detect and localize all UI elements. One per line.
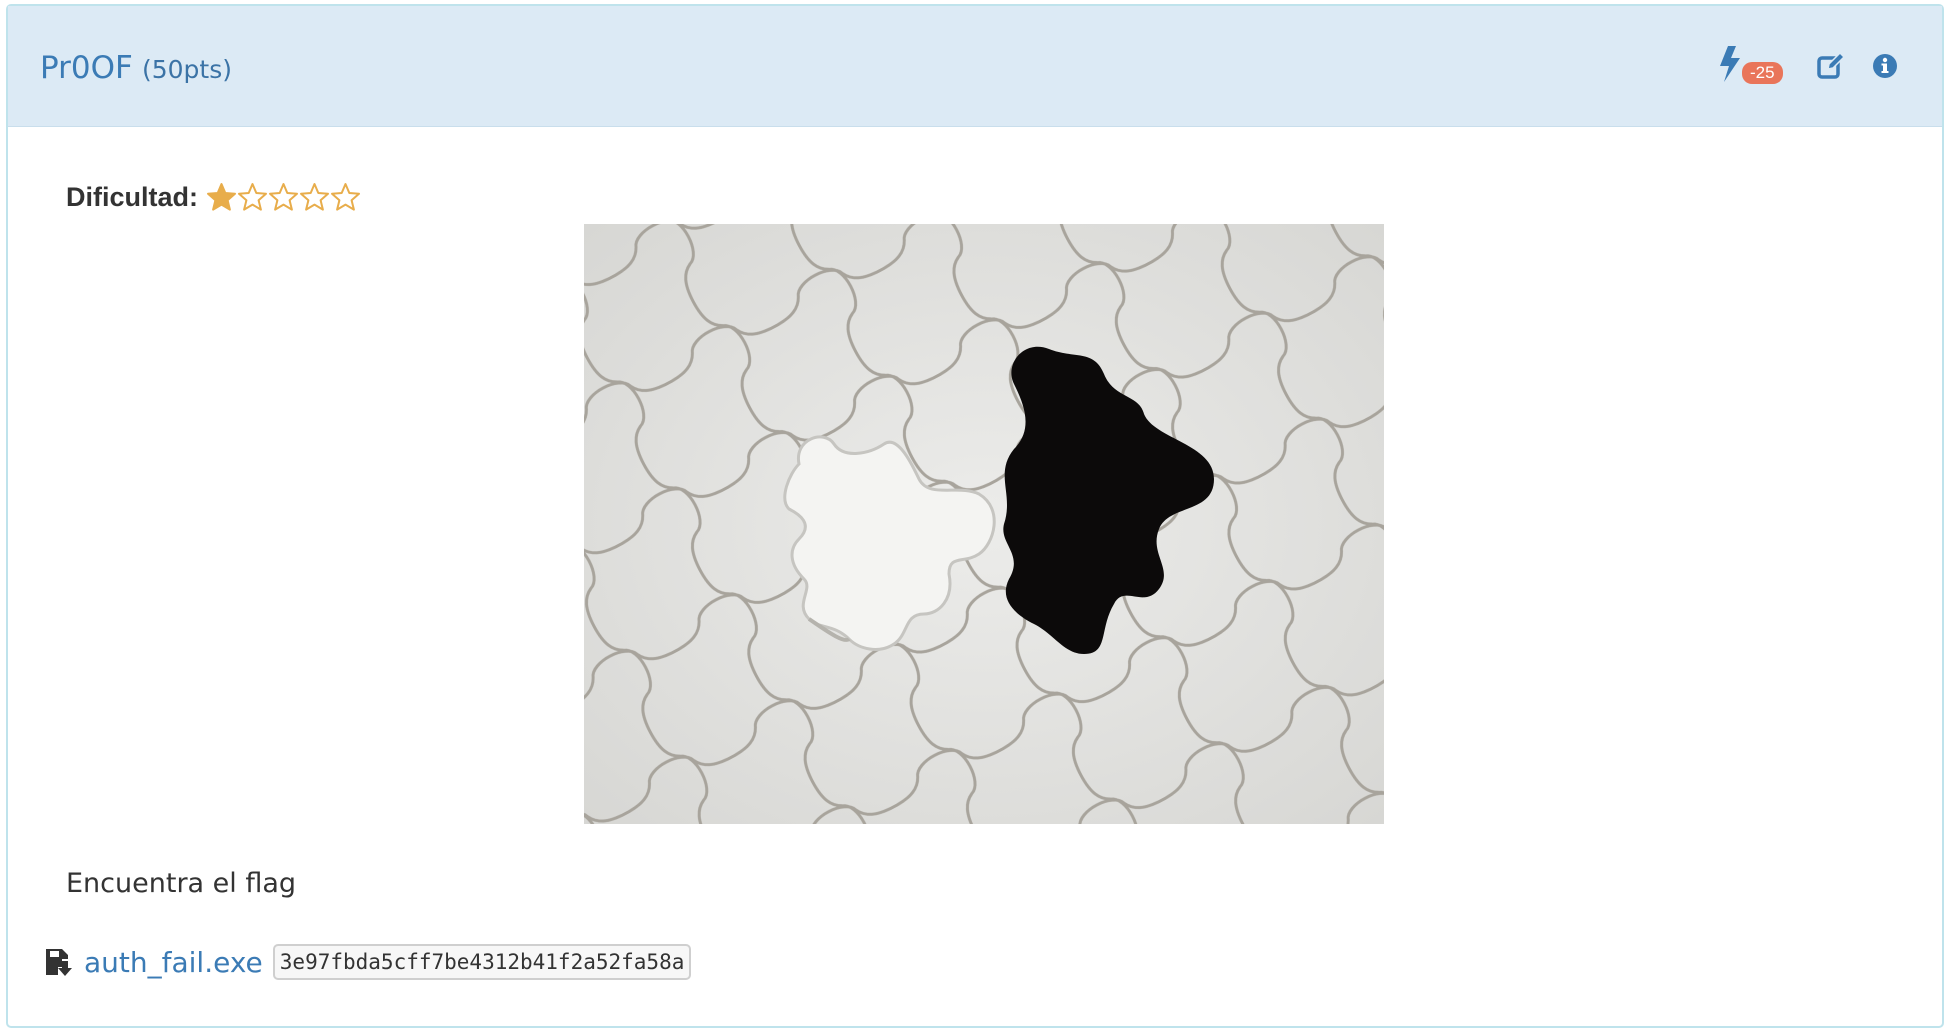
star-empty-icon: [300, 183, 329, 211]
bolt-icon: [1720, 46, 1740, 82]
challenge-name: Pr0OF: [40, 50, 133, 86]
challenge-title: Pr0OF (50pts): [40, 50, 232, 86]
challenge-points: (50pts): [141, 55, 232, 84]
difficulty-rating: Dificultad:: [66, 182, 361, 213]
first-blood-badge: -25: [1742, 62, 1783, 84]
attachment-hash: 3e97fbda5cff7be4312b41f2a52fa58a: [272, 944, 692, 980]
puzzle-image: [584, 224, 1384, 824]
panel-header: Pr0OF (50pts) -25: [8, 6, 1942, 127]
difficulty-label: Dificultad:: [66, 182, 198, 212]
edit-icon: [1817, 51, 1846, 79]
star-filled-icon: [207, 183, 236, 211]
header-actions: -25: [1718, 46, 1898, 86]
info-button[interactable]: [1872, 53, 1898, 79]
edit-button[interactable]: [1816, 51, 1846, 81]
file-download-icon: [46, 949, 72, 976]
star-empty-icon: [331, 183, 360, 211]
challenge-panel: Pr0OF (50pts) -25 Dificultad: Encuentra …: [6, 4, 1944, 1028]
attachment-row: auth_fail.exe 3e97fbda5cff7be4312b41f2a5…: [44, 944, 692, 980]
star-empty-icon: [238, 183, 267, 211]
challenge-description: Encuentra el flag: [66, 868, 297, 899]
attachment-filename-link[interactable]: auth_fail.exe: [84, 946, 263, 979]
first-blood-button[interactable]: -25: [1718, 46, 1790, 86]
info-circle-icon: [1873, 54, 1897, 78]
stars: [206, 182, 361, 213]
star-empty-icon: [269, 183, 298, 211]
